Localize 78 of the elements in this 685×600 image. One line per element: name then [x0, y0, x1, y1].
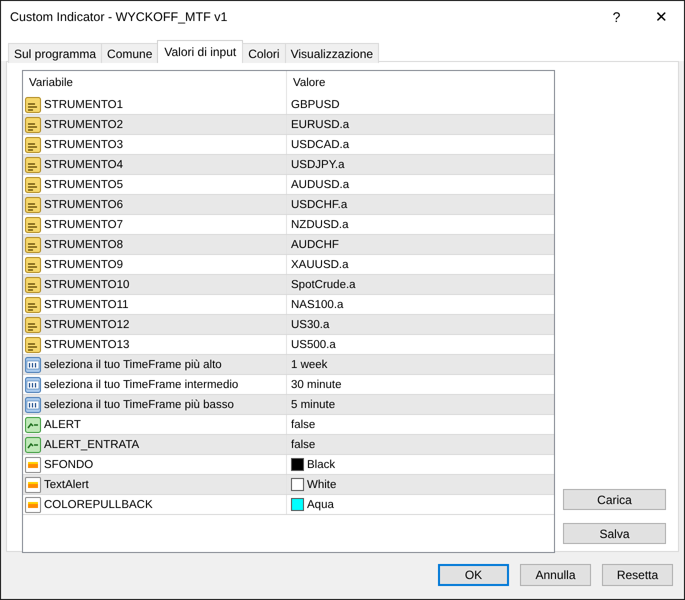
variable-value[interactable]: US30.a	[291, 318, 330, 330]
variable-value[interactable]: 1 week	[291, 358, 328, 370]
variable-name: STRUMENTO1	[44, 98, 124, 110]
tab[interactable]: Sul programma	[8, 43, 102, 63]
side-button[interactable]: Salva	[563, 523, 666, 544]
text-type-icon	[25, 96, 41, 112]
color-type-icon	[25, 496, 41, 512]
variable-name: STRUMENTO13	[44, 338, 130, 350]
variable-value[interactable]: Black	[307, 458, 336, 470]
window-title: Custom Indicator - WYCKOFF_MTF v1	[9, 10, 228, 24]
variable-value[interactable]: false	[291, 418, 316, 430]
variable-name: TextAlert	[44, 478, 89, 490]
toggle-type-icon	[25, 416, 41, 432]
variable-name: STRUMENTO5	[44, 178, 124, 190]
variable-name: STRUMENTO2	[44, 118, 124, 130]
help-button[interactable]: ?	[594, 1, 639, 33]
variable-value[interactable]: SpotCrude.a	[291, 278, 356, 290]
variable-value[interactable]: XAUUSD.a	[291, 258, 349, 270]
variable-value[interactable]: USDCAD.a	[291, 138, 350, 150]
tab[interactable]: Valori di input	[157, 40, 244, 63]
toggle-type-icon	[25, 436, 41, 452]
variable-name: STRUMENTO3	[44, 138, 124, 150]
text-type-icon	[25, 136, 41, 152]
text-type-icon	[25, 196, 41, 212]
dialog-button[interactable]: Resetta	[602, 564, 673, 586]
column-header: Variabile	[23, 71, 287, 95]
color-type-icon	[25, 476, 41, 492]
variable-name: STRUMENTO9	[44, 258, 124, 270]
variable-value[interactable]: Aqua	[307, 498, 334, 510]
variable-value[interactable]: 5 minute	[291, 398, 336, 410]
variable-value[interactable]: false	[291, 438, 316, 450]
variable-value[interactable]: NZDUSD.a	[291, 218, 349, 230]
tab[interactable]: Comune	[101, 43, 158, 63]
text-type-icon	[25, 336, 41, 352]
tab[interactable]: Colori	[242, 43, 286, 63]
variable-name: STRUMENTO10	[44, 278, 130, 290]
variable-name: seleziona il tuo TimeFrame intermedio	[44, 378, 238, 390]
variable-value[interactable]: AUDUSD.a	[291, 178, 350, 190]
variable-value[interactable]: GBPUSD	[291, 98, 340, 110]
variable-value[interactable]: White	[307, 478, 336, 490]
side-button[interactable]: Carica	[563, 489, 666, 510]
column-header: Valore	[292, 77, 326, 89]
text-type-icon	[25, 116, 41, 132]
variable-name: STRUMENTO6	[44, 198, 124, 210]
text-type-icon	[25, 316, 41, 332]
variable-name: STRUMENTO4	[44, 158, 124, 170]
variable-name: STRUMENTO12	[44, 318, 130, 330]
variable-name: ALERT_ENTRATA	[44, 438, 140, 450]
variable-value[interactable]: NAS100.a	[291, 298, 344, 310]
variable-value[interactable]: USDCHF.a	[291, 198, 348, 210]
variable-name: COLOREPULLBACK	[44, 498, 153, 510]
text-type-icon	[25, 236, 41, 252]
tab[interactable]: Visualizzazione	[284, 43, 380, 63]
variable-value[interactable]: USDJPY.a	[291, 158, 344, 170]
variable-name: seleziona il tuo TimeFrame più basso	[44, 398, 234, 410]
color-type-icon	[25, 456, 41, 472]
variable-name: seleziona il tuo TimeFrame più alto	[44, 358, 222, 370]
variable-name: SFONDO	[44, 458, 94, 470]
number-type-icon	[25, 396, 41, 412]
text-type-icon	[25, 176, 41, 192]
close-button[interactable]: ✕	[639, 1, 684, 33]
number-type-icon	[25, 376, 41, 392]
dialog-button[interactable]: OK	[438, 564, 509, 586]
dialog-button[interactable]: Annulla	[520, 564, 591, 586]
text-type-icon	[25, 256, 41, 272]
variable-name: STRUMENTO8	[44, 238, 124, 250]
variable-name: STRUMENTO11	[44, 298, 129, 310]
text-type-icon	[25, 216, 41, 232]
number-type-icon	[25, 356, 41, 372]
variable-value[interactable]: AUDCHF	[291, 238, 339, 250]
variable-name: STRUMENTO7	[44, 218, 124, 230]
text-type-icon	[25, 156, 41, 172]
variable-value[interactable]: 30 minute	[291, 378, 342, 390]
variable-value[interactable]: US500.a	[291, 338, 336, 350]
text-type-icon	[25, 296, 41, 312]
text-type-icon	[25, 276, 41, 292]
variable-value[interactable]: EURUSD.a	[291, 118, 350, 130]
variable-name: ALERT	[44, 418, 81, 430]
